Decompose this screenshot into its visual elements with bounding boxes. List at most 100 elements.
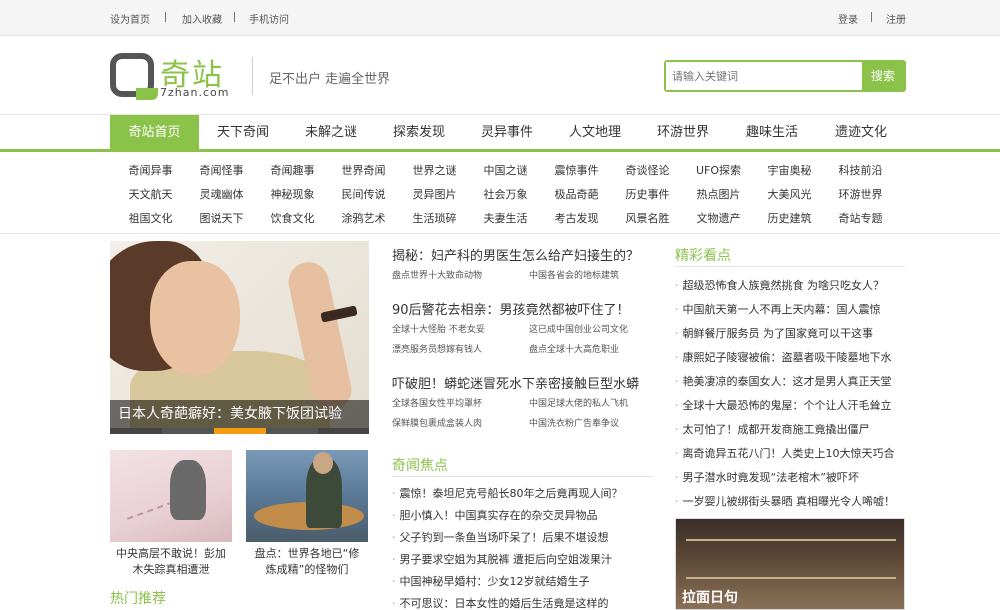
sub-link[interactable]: 中国洗衣粉广告奉争议 <box>529 416 619 429</box>
sub-link[interactable]: 全球十大怪胎 不老女妥 <box>392 322 485 335</box>
sub-link[interactable]: 漂亮服务员想嫁有钱人 <box>392 342 482 355</box>
subnav-item[interactable]: 生活琐碎 <box>399 210 470 226</box>
slider-dot[interactable] <box>162 428 214 434</box>
subnav-item[interactable]: 奇谈怪论 <box>612 162 683 178</box>
sub-link[interactable]: 中国各省会的地标建筑 <box>529 268 619 281</box>
bullet-icon: · <box>675 423 679 436</box>
subnav-item[interactable]: 宇宙奥秘 <box>754 162 825 178</box>
subnav-item[interactable]: 奇闻怪事 <box>186 162 257 178</box>
nav-item[interactable]: 遗迹文化 <box>817 115 905 150</box>
nav-item[interactable]: 未解之谜 <box>287 115 375 150</box>
sub-link[interactable]: 全球各国女性平均罩杯 <box>392 396 482 409</box>
subnav-item[interactable]: 天文航天 <box>115 186 186 202</box>
headline-link[interactable]: 吓破胆！蟒蛇迷冒死水下亲密接触巨型水蟒 <box>392 373 639 392</box>
subnav-item[interactable]: 奇闻趣事 <box>257 162 328 178</box>
thumbnail-image[interactable] <box>110 450 232 542</box>
focus-item[interactable]: · 男子要求空姐为其脱裤 遭拒后向空姐泼果汁 <box>392 551 612 567</box>
highlight-item[interactable]: · 男子潜水时竟发现“法老棺木”被吓坏 <box>675 469 859 485</box>
focus-item[interactable]: · 中国神秘早婚村：少女12岁就结婚生子 <box>392 573 590 589</box>
nav-item[interactable]: 天下奇闻 <box>199 115 287 150</box>
subnav-item[interactable]: 民间传说 <box>328 186 399 202</box>
divider <box>871 12 872 22</box>
highlight-item[interactable]: · 康熙妃子陵寝被偷：盗墓者吸干陵墓地下水 <box>675 349 892 365</box>
subnav-item[interactable]: 文物遗产 <box>683 210 754 226</box>
subnav-item[interactable]: 夫妻生活 <box>470 210 541 226</box>
highlight-text: 太可怕了！成都开发商施工竟撬出僵尸 <box>682 423 870 436</box>
bullet-icon: · <box>675 447 679 460</box>
highlight-item[interactable]: · 中国航天第一人不再上天内幕：国人震惊 <box>675 301 881 317</box>
highlight-text: 艳美凄凉的泰国女人：这才是男人真正天堂 <box>682 375 892 388</box>
highlight-item[interactable]: · 朝鲜餐厅服务员 为了国家竟可以干这事 <box>675 325 873 341</box>
subnav-item[interactable]: 社会万象 <box>470 186 541 202</box>
focus-item[interactable]: · 胆小慎入！中国真实存在的杂交灵异物品 <box>392 507 598 523</box>
nav-item[interactable]: 探索发现 <box>375 115 463 150</box>
highlight-text: 超级恐怖食人族竟然挑食 为啥只吃女人？ <box>682 279 885 292</box>
bullet-icon: · <box>675 375 679 388</box>
hero-slide[interactable]: 日本人奇葩癖好：美女腋下饭团试验 <box>110 241 369 434</box>
sub-link[interactable]: 这已成中国创业公司文化 <box>529 322 628 335</box>
hero-caption[interactable]: 日本人奇葩癖好：美女腋下饭团试验 <box>110 400 369 428</box>
focus-item[interactable]: · 不可思议：日本女性的婚后生活竟是这样的 <box>392 595 609 610</box>
highlight-item[interactable]: · 离奇诡异五花八门！人类史上10大惊天巧合 <box>675 445 895 461</box>
subnav-item[interactable]: 奇闻异事 <box>115 162 186 178</box>
sub-link[interactable]: 盘点世界十大致命动物 <box>392 268 482 281</box>
subnav-item[interactable]: 历史事件 <box>612 186 683 202</box>
thumbnail-image[interactable] <box>246 450 368 542</box>
search-input[interactable] <box>666 62 862 90</box>
subnav-item[interactable]: UFO探索 <box>683 162 754 178</box>
section-title-focus: 奇闻焦点 <box>392 458 448 474</box>
nav-item[interactable]: 趣味生活 <box>727 115 817 150</box>
slider-dot-active[interactable] <box>214 428 266 434</box>
register-link[interactable]: 注册 <box>886 11 906 26</box>
headline-link[interactable]: 90后警花去相亲：男孩竟然都被吓住了！ <box>392 299 630 318</box>
subnav-item[interactable]: 图说天下 <box>186 210 257 226</box>
slider-dot[interactable] <box>266 428 318 434</box>
bullet-icon: · <box>675 303 679 316</box>
subnav-item[interactable]: 大美风光 <box>754 186 825 202</box>
login-link[interactable]: 登录 <box>838 11 858 26</box>
highlight-item[interactable]: · 一岁婴儿被绑街头暴晒 真相曝光令人唏嘘！ <box>675 493 895 509</box>
subnav-item[interactable]: 历史建筑 <box>754 210 825 226</box>
subnav-item[interactable]: 涂鸦艺术 <box>328 210 399 226</box>
subnav-item[interactable]: 震惊事件 <box>541 162 612 178</box>
feature-image[interactable]: 拉面日句 <box>675 518 905 610</box>
headline-link[interactable]: 揭秘：妇产科的男医生怎么给产妇接生的？ <box>392 245 639 264</box>
subnav-item[interactable]: 神秘现象 <box>257 186 328 202</box>
subnav-item[interactable]: 考古发现 <box>541 210 612 226</box>
highlight-item[interactable]: · 艳美凄凉的泰国女人：这才是男人真正天堂 <box>675 373 892 389</box>
nav-item[interactable]: 环游世界 <box>639 115 727 150</box>
subnav-item[interactable]: 中国之谜 <box>470 162 541 178</box>
highlight-text: 康熙妃子陵寝被偷：盗墓者吸干陵墓地下水 <box>682 351 892 364</box>
subnav-item[interactable]: 祖国文化 <box>115 210 186 226</box>
subnav-item[interactable]: 风景名胜 <box>612 210 683 226</box>
focus-item[interactable]: · 震惊！泰坦尼克号船长80年之后竟再现人间？ <box>392 485 623 501</box>
nav-item[interactable]: 灵异事件 <box>463 115 551 150</box>
subnav-item[interactable]: 世界奇闻 <box>328 162 399 178</box>
logo-icon[interactable] <box>110 53 158 100</box>
subnav-item[interactable]: 极品奇葩 <box>541 186 612 202</box>
set-home-link[interactable]: 设为首页 <box>110 11 150 26</box>
subnav-item[interactable]: 灵异图片 <box>399 186 470 202</box>
subnav-item[interactable]: 世界之谜 <box>399 162 470 178</box>
nav-item[interactable]: 人文地理 <box>551 115 639 150</box>
highlight-item[interactable]: · 太可怕了！成都开发商施工竟撬出僵尸 <box>675 421 870 437</box>
sub-link[interactable]: 中国足球大佬的私人飞机 <box>529 396 628 409</box>
thumbnail-caption[interactable]: 中央高层不敢说！彭加 木失踪真相遭泄 <box>110 546 232 578</box>
mobile-link[interactable]: 手机访问 <box>249 11 289 26</box>
search-button[interactable]: 搜索 <box>862 62 904 90</box>
subnav-item[interactable]: 饮食文化 <box>257 210 328 226</box>
subnav-item[interactable]: 奇站专题 <box>825 210 896 226</box>
highlight-item[interactable]: · 超级恐怖食人族竟然挑食 为啥只吃女人？ <box>675 277 884 293</box>
subnav-item[interactable]: 环游世界 <box>825 186 896 202</box>
add-favorite-link[interactable]: 加入收藏 <box>182 11 222 26</box>
highlight-item[interactable]: · 全球十大最恐怖的鬼屋：个个让人汗毛耸立 <box>675 397 892 413</box>
subnav-item[interactable]: 热点图片 <box>683 186 754 202</box>
subnav-item[interactable]: 灵魂幽体 <box>186 186 257 202</box>
subnav-item[interactable]: 科技前沿 <box>825 162 896 178</box>
divider <box>675 266 905 267</box>
sub-link[interactable]: 盘点全球十大高危职业 <box>529 342 619 355</box>
focus-item[interactable]: · 父子钓到一条鱼当场吓呆了！后果不堪设想 <box>392 529 609 545</box>
sub-link[interactable]: 保鲜膜包裹成盒装人肉 <box>392 416 482 429</box>
nav-item-home[interactable]: 奇站首页 <box>110 115 199 150</box>
thumbnail-caption[interactable]: 盘点：世界各地已“修 炼成精”的怪物们 <box>246 546 368 578</box>
